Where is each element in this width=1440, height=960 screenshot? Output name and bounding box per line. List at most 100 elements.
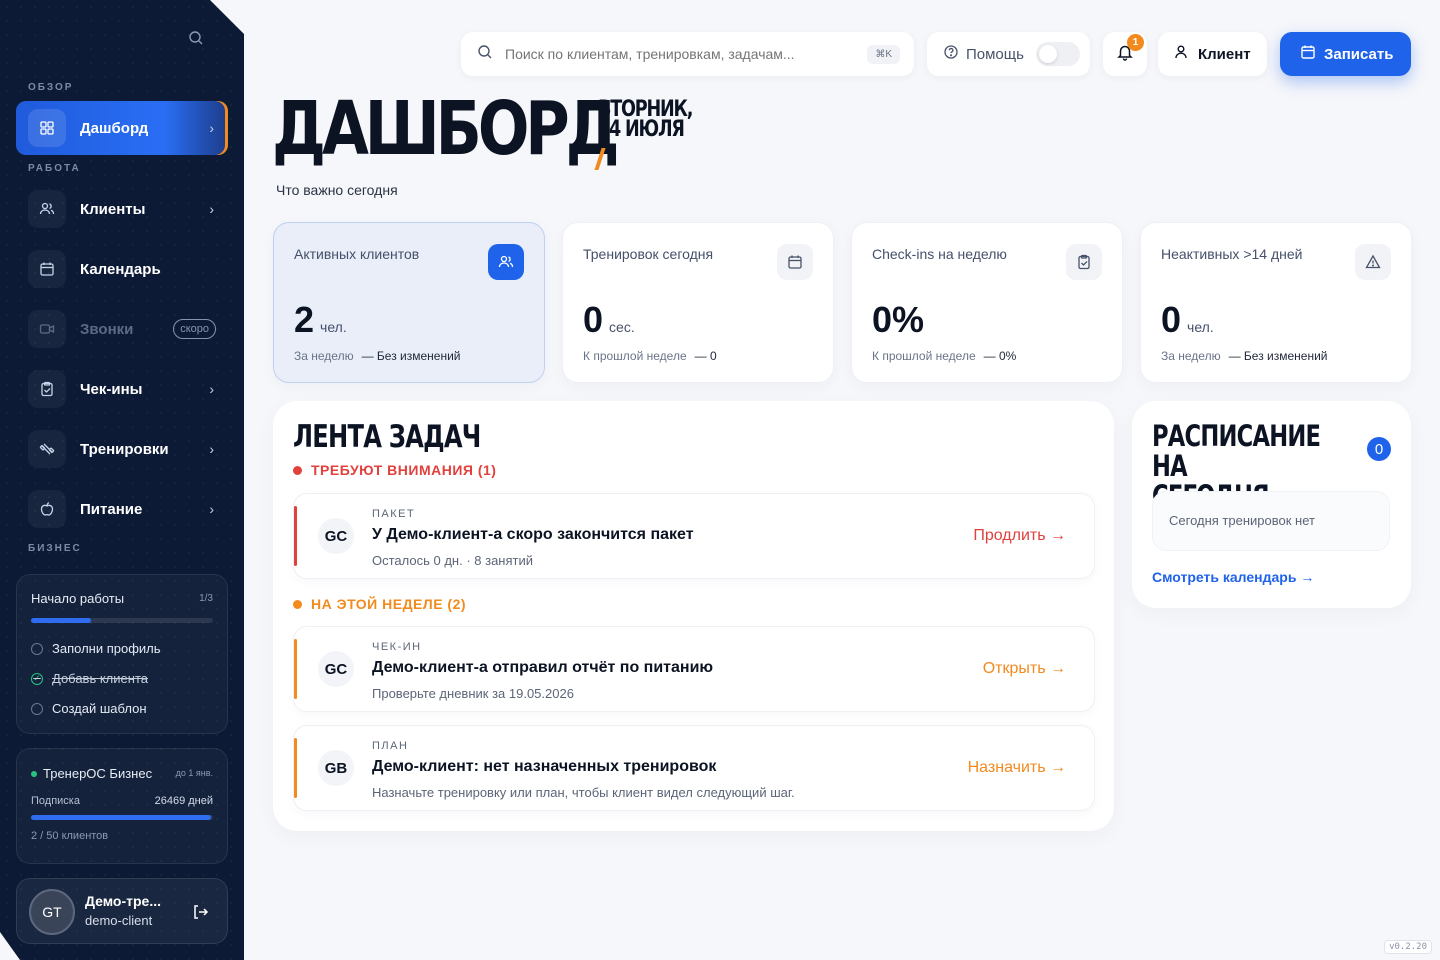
page-subtitle: Что важно сегодня (276, 182, 398, 198)
book-label: Записать (1324, 45, 1394, 63)
check-circle-icon: ✓ (31, 672, 43, 685)
onboarding-title: Начало работы (31, 591, 125, 606)
section-work: РАБОТА (28, 163, 81, 174)
sidebar-item-dashboard[interactable]: Дашборд › (16, 101, 228, 155)
clipboard-check-icon (1066, 244, 1102, 280)
stat-card-workouts-today[interactable]: Тренировок сегодня 0 сес. К прошлой недел… (562, 222, 834, 383)
stat-value: 2 (294, 299, 315, 340)
notification-badge: 1 (1127, 34, 1144, 51)
soon-badge: скоро (173, 319, 216, 339)
task-title: У Демо-клиент-а скоро закончится пакет (372, 526, 694, 543)
onboarding-progress (31, 618, 213, 623)
onboarding-card: Начало работы 1/3 Заполни профиль ✓ Добав… (16, 574, 228, 734)
stat-value: 0% (872, 299, 925, 340)
task-kind: ПЛАН (372, 740, 409, 752)
sidebar-item-clients[interactable]: Клиенты › (16, 182, 228, 236)
task-subtitle: Назначьте тренировку или план, чтобы кли… (372, 785, 795, 800)
user-login: demo-client (85, 913, 153, 928)
plan-name: ТренерОС Бизнес (43, 766, 153, 781)
stat-card-active-clients[interactable]: Активных клиентов 2 чел. За неделю — Без и… (273, 222, 545, 383)
sidebar-item-label: Звонки (80, 320, 134, 338)
task-card[interactable]: GB ПЛАН Демо-клиент: нет назначенных тре… (293, 725, 1095, 811)
chevron-right-icon: › (209, 381, 214, 397)
task-subtitle: Осталось 0 дн. · 8 занятий (372, 553, 533, 568)
onboarding-task[interactable]: Создай шаблон (31, 701, 147, 716)
page-title: ДАШБОРД (272, 86, 620, 172)
sidebar-item-label: Тренировки (80, 440, 169, 458)
avatar: GB (318, 750, 354, 786)
search-bar[interactable]: ⌘K (461, 32, 914, 76)
schedule-panel: РАСПИСАНИЕ НАСЕГОДНЯ 0 Сегодня тренирово… (1132, 401, 1411, 608)
view-calendar-link[interactable]: Смотреть календарь → (1152, 569, 1314, 585)
help-toggle[interactable]: Помощь (927, 32, 1090, 76)
circle-icon (31, 702, 43, 715)
logout-icon[interactable] (191, 903, 209, 926)
stat-card-checkins[interactable]: Check-ins на неделю 0% К прошлой неделе —… (851, 222, 1123, 383)
open-button[interactable]: Открыть → (983, 660, 1066, 678)
onboarding-task[interactable]: ✓ Добавь клиента (31, 671, 148, 686)
user-icon (1174, 44, 1190, 65)
subscription-value: 26469 дней (154, 795, 213, 807)
subscription-label: Подписка (31, 795, 80, 807)
stat-card-inactive[interactable]: Неактивных >14 дней 0 чел. За неделю — Без… (1140, 222, 1412, 383)
sidebar-search-icon[interactable] (188, 30, 208, 50)
sidebar: ОБЗОР Дашборд › РАБОТА Клиенты › Календа… (0, 0, 244, 960)
alert-triangle-icon (1355, 244, 1391, 280)
section-overview: ОБЗОР (28, 82, 74, 93)
schedule-empty: Сегодня тренировок нет (1152, 491, 1390, 551)
task-subtitle: Проверьте дневник за 19.05.2026 (372, 686, 574, 701)
task-title: Демо-клиент: нет назначенных тренировок (372, 758, 717, 775)
task-card[interactable]: GC ЧЕК-ИН Демо-клиент-а отправил отчёт п… (293, 626, 1095, 712)
sidebar-item-calendar[interactable]: Календарь (16, 242, 228, 296)
shortcut-hint: ⌘K (867, 44, 900, 64)
user-name: Демо-тре... (85, 893, 161, 909)
help-switch[interactable] (1036, 42, 1080, 66)
subscription-progress (31, 815, 213, 820)
sidebar-item-calls: Звонки скоро (16, 302, 228, 356)
grid-icon (28, 109, 66, 147)
clients-limit: 2 / 50 клиентов (31, 830, 109, 842)
sidebar-item-checkins[interactable]: Чек-ины › (16, 362, 228, 416)
onboarding-task[interactable]: Заполни профиль (31, 641, 161, 656)
search-icon (477, 44, 493, 65)
client-button[interactable]: Клиент (1158, 32, 1267, 76)
assign-button[interactable]: Назначить → (968, 759, 1066, 777)
circle-icon (31, 642, 43, 655)
section-business: БИЗНЕС (28, 543, 82, 554)
client-label: Клиент (1198, 45, 1251, 63)
plan-until: до 1 янв. (175, 768, 213, 778)
plan-card[interactable]: ТренерОС Бизнес до 1 янв. Подписка 26469… (16, 748, 228, 864)
video-icon (28, 310, 66, 348)
task-card[interactable]: GC ПАКЕТ У Демо-клиент-а скоро закончитс… (293, 493, 1095, 579)
clipboard-check-icon (28, 370, 66, 408)
sidebar-item-nutrition[interactable]: Питание › (16, 482, 228, 536)
stat-value: 0 (583, 299, 604, 340)
calendar-icon (777, 244, 813, 280)
version-tag: v0.2.20 (1384, 940, 1432, 954)
chevron-right-icon: › (209, 441, 214, 457)
calendar-icon (28, 250, 66, 288)
book-button[interactable]: Записать (1280, 32, 1411, 76)
users-icon (28, 190, 66, 228)
notifications-button[interactable]: 1 (1103, 32, 1147, 76)
page-date: ВТОРНИК, 14 ИЮЛЯ (598, 97, 693, 142)
onboarding-count: 1/3 (199, 593, 213, 604)
sidebar-item-label: Дашборд (80, 119, 149, 137)
calendar-plus-icon (1300, 44, 1316, 65)
chevron-right-icon: › (209, 501, 214, 517)
extend-button[interactable]: Продлить → (973, 527, 1066, 545)
group-attention: ТРЕБУЮТ ВНИМАНИЯ (1) (293, 462, 496, 478)
task-title: Демо-клиент-а отправил отчёт по питанию (372, 659, 714, 676)
search-input[interactable] (505, 46, 845, 62)
dumbbell-icon (28, 430, 66, 468)
group-week: НА ЭТОЙ НЕДЕЛЕ (2) (293, 596, 466, 612)
chevron-right-icon: › (209, 120, 214, 136)
help-label: Помощь (966, 45, 1024, 63)
sidebar-item-workouts[interactable]: Тренировки › (16, 422, 228, 476)
help-circle-icon (943, 44, 959, 65)
task-kind: ЧЕК-ИН (372, 641, 422, 653)
stat-value: 0 (1161, 299, 1182, 340)
user-card[interactable]: GT Демо-тре... demo-client (16, 878, 228, 944)
sidebar-item-label: Клиенты (80, 200, 146, 218)
sidebar-item-label: Чек-ины (80, 380, 143, 398)
